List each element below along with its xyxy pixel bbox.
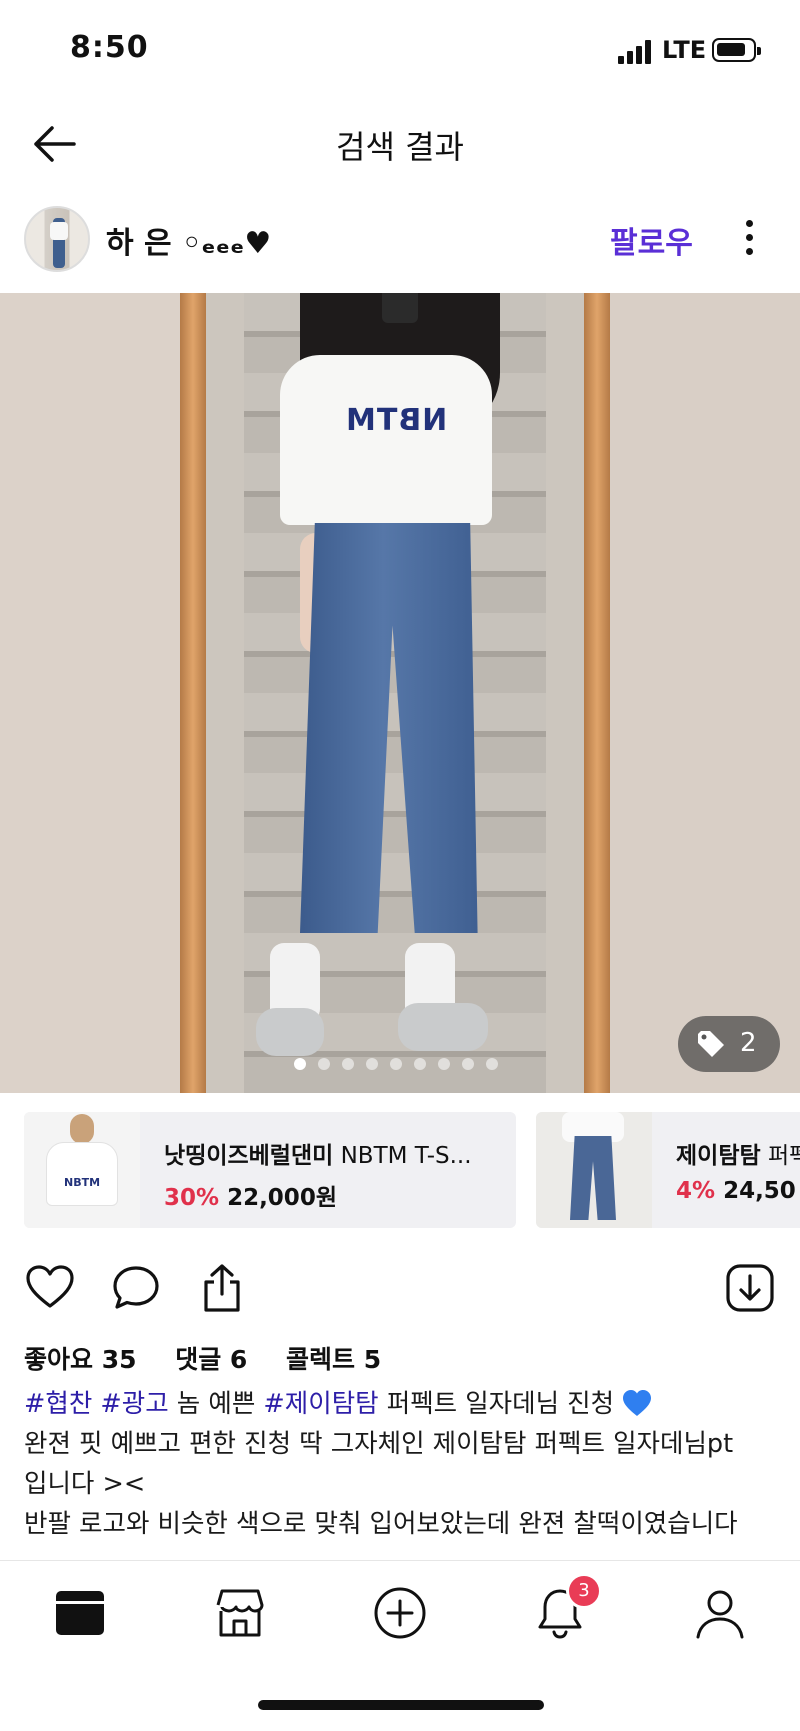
comment-icon (113, 1266, 159, 1309)
home-indicator (258, 1700, 544, 1710)
hashtag[interactable]: #협찬 (24, 1389, 92, 1419)
author-name[interactable]: 하 은 ◦ₑₑₑ♥ (106, 218, 271, 262)
product-thumbnail: NBTM (24, 1112, 140, 1228)
product-price: 4% 24,50 (676, 1178, 796, 1204)
product-price: 30% 22,000원 (164, 1185, 337, 1211)
heart-icon (26, 1265, 74, 1308)
carousel-dots (294, 1058, 514, 1072)
plus-circle-icon (374, 1587, 426, 1639)
caption-line: 완젼 핏 예쁘고 편한 진청 딱 그자체인 제이탐탐 퍼펙트 일자데님pt (24, 1429, 734, 1459)
product-tag-button[interactable]: 2 (678, 1016, 780, 1072)
product-name: 낫띵이즈베럴댄미 NBTM T-S... (164, 1143, 472, 1169)
signal-icon (618, 40, 652, 64)
post-image[interactable]: NBTM (0, 293, 800, 1093)
network-label: LTE (662, 36, 707, 64)
download-button[interactable] (724, 1262, 776, 1314)
follow-button[interactable]: 팔로우 (610, 218, 693, 262)
header: 검색 결과 (0, 100, 800, 190)
product-card[interactable]: NBTM 낫띵이즈베럴댄미 NBTM T-S... 30% 22,000원 (24, 1112, 516, 1228)
product-name: 제이탐탐 퍼펙 (676, 1143, 800, 1169)
avatar[interactable] (24, 206, 90, 272)
caption-line: #협찬 #광고 놈 예쁜 #제이탐탐 퍼펙트 일자데님 진청 (24, 1384, 784, 1424)
collects-count[interactable]: 콜렉트 5 (286, 1345, 381, 1374)
status-time: 8:50 (70, 30, 149, 65)
comment-button[interactable] (110, 1262, 162, 1314)
tag-count: 2 (740, 1028, 757, 1058)
blue-heart-icon (623, 1390, 652, 1416)
status-bar: 8:50 LTE (0, 0, 800, 100)
profile-icon (696, 1590, 744, 1639)
tag-icon (698, 1031, 724, 1057)
download-icon (726, 1264, 774, 1312)
share-button[interactable] (196, 1262, 248, 1314)
page-title: 검색 결과 (336, 128, 464, 166)
hashtag[interactable]: #광고 (100, 1389, 168, 1419)
nav-create[interactable] (372, 1585, 428, 1641)
share-icon (204, 1264, 240, 1312)
product-card[interactable]: 제이탐탐 퍼펙 4% 24,50 (536, 1112, 800, 1228)
post-caption: #협찬 #광고 놈 예쁜 #제이탐탐 퍼펙트 일자데님 진청 완젼 핏 예쁘고 … (24, 1384, 784, 1544)
product-thumbnail (536, 1112, 652, 1228)
comments-count[interactable]: 댓글 6 (175, 1345, 247, 1374)
nav-feed[interactable] (52, 1585, 108, 1641)
hashtag[interactable]: #제이탐탐 (263, 1389, 378, 1419)
feed-icon (56, 1591, 104, 1635)
post-stats: 좋아요 35 댓글 6 콜렉트 5 (24, 1340, 411, 1376)
post-actions (0, 1262, 800, 1322)
battery-icon (712, 38, 761, 62)
like-button[interactable] (24, 1262, 76, 1314)
caption-line: 입니다 >< (24, 1469, 146, 1499)
caption-line: 반팔 로고와 비슷한 색으로 맞춰 입어보았는데 완젼 찰떡이였습니다 (24, 1509, 738, 1539)
product-strip: NBTM 낫띵이즈베럴댄미 NBTM T-S... 30% 22,000원 제이탐… (0, 1112, 800, 1228)
nav-store[interactable] (212, 1585, 268, 1641)
store-icon (216, 1589, 264, 1637)
author-row: 하 은 ◦ₑₑₑ♥ 팔로우 (0, 198, 800, 294)
likes-count[interactable]: 좋아요 35 (24, 1345, 137, 1374)
more-options-icon[interactable] (740, 218, 760, 258)
nav-profile[interactable] (692, 1585, 748, 1641)
notification-badge: 3 (566, 1573, 602, 1609)
